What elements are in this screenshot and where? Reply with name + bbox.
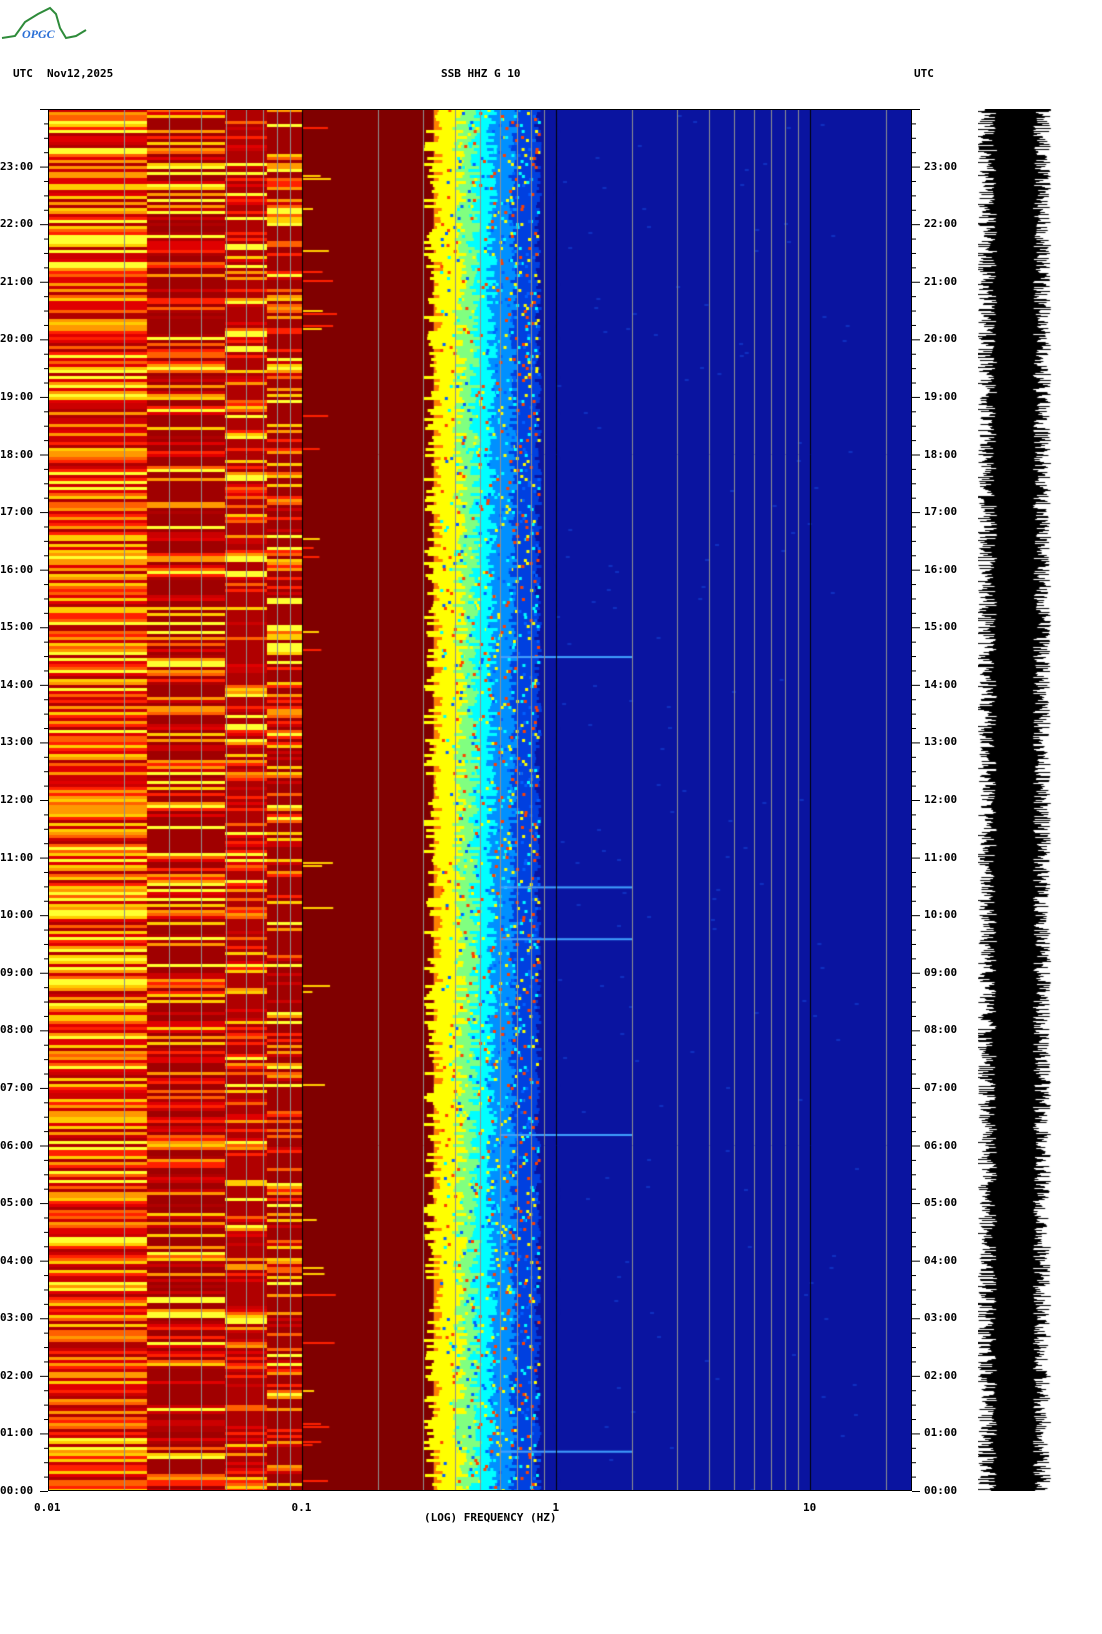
y-tick-label-right: 14:00 — [924, 677, 958, 691]
y-tick-label-right: 01:00 — [924, 1426, 958, 1440]
y-tick-label-left: 21:00 — [0, 274, 34, 288]
y-tick-label-right: 22:00 — [924, 217, 958, 231]
y-tick-label-left: 14:00 — [0, 677, 34, 691]
y-tick-label-right: 11:00 — [924, 850, 958, 864]
x-tick-label: 0.01 — [34, 1501, 61, 1514]
y-tick-label-right: 02:00 — [924, 1368, 958, 1382]
y-tick-label-left: 04:00 — [0, 1253, 34, 1267]
y-tick-label-left: 12:00 — [0, 793, 34, 806]
y-tick-label-left: 07:00 — [0, 1080, 34, 1094]
y-tick-label-right: 09:00 — [924, 965, 958, 979]
y-tick-label-left: 20:00 — [0, 332, 34, 346]
y-tick-label-right: 16:00 — [924, 562, 958, 576]
y-tick-label-right: 13:00 — [924, 735, 958, 749]
y-tick-label-right: 23:00 — [924, 159, 958, 173]
y-tick-label-right: 05:00 — [924, 1196, 958, 1210]
y-tick-label-left: 22:00 — [0, 217, 34, 231]
y-tick-label-left: 23:00 — [0, 159, 34, 173]
y-tick-label-left: 18:00 — [0, 447, 34, 461]
y-tick-label-right: 12:00 — [924, 793, 958, 806]
y-tick-label-right: 03:00 — [924, 1311, 958, 1325]
y-tick-label-right: 06:00 — [924, 1138, 958, 1152]
y-tick-label-left: 01:00 — [0, 1426, 34, 1440]
y-tick-label-right: 17:00 — [924, 505, 958, 519]
y-tick-label-right: 08:00 — [924, 1023, 958, 1037]
y-tick-label-left: 05:00 — [0, 1196, 34, 1210]
y-tick-label-right: 15:00 — [924, 620, 958, 634]
y-tick-label-left: 02:00 — [0, 1368, 34, 1382]
y-tick-label-left: 00:00 — [0, 1484, 34, 1497]
y-tick-label-left: 10:00 — [0, 908, 34, 922]
y-tick-label-right: 19:00 — [924, 389, 958, 403]
y-tick-label-left: 15:00 — [0, 620, 34, 634]
y-tick-label-left: 11:00 — [0, 850, 34, 864]
y-tick-label-right: 04:00 — [924, 1253, 958, 1267]
y-tick-label-left: 17:00 — [0, 505, 34, 519]
x-axis-label: (LOG) FREQUENCY (HZ) — [424, 1511, 557, 1524]
y-tick-label-right: 21:00 — [924, 274, 958, 288]
y-tick-label-right: 18:00 — [924, 447, 958, 461]
y-tick-label-left: 03:00 — [0, 1311, 34, 1325]
y-tick-label-right: 00:00 — [924, 1484, 958, 1497]
axes — [40, 109, 920, 1492]
x-tick-label: 10 — [803, 1501, 817, 1514]
y-tick-label-right: 07:00 — [924, 1080, 958, 1094]
x-tick-label: 0.1 — [291, 1501, 312, 1514]
y-tick-label-left: 16:00 — [0, 562, 34, 576]
y-tick-label-right: 10:00 — [924, 908, 958, 922]
y-tick-label-left: 13:00 — [0, 735, 34, 749]
y-tick-label-left: 06:00 — [0, 1138, 34, 1152]
y-tick-label-right: 20:00 — [924, 332, 958, 346]
y-tick-label-left: 08:00 — [0, 1023, 34, 1037]
y-tick-label-left: 09:00 — [0, 965, 34, 979]
y-tick-label-left: 19:00 — [0, 389, 34, 403]
